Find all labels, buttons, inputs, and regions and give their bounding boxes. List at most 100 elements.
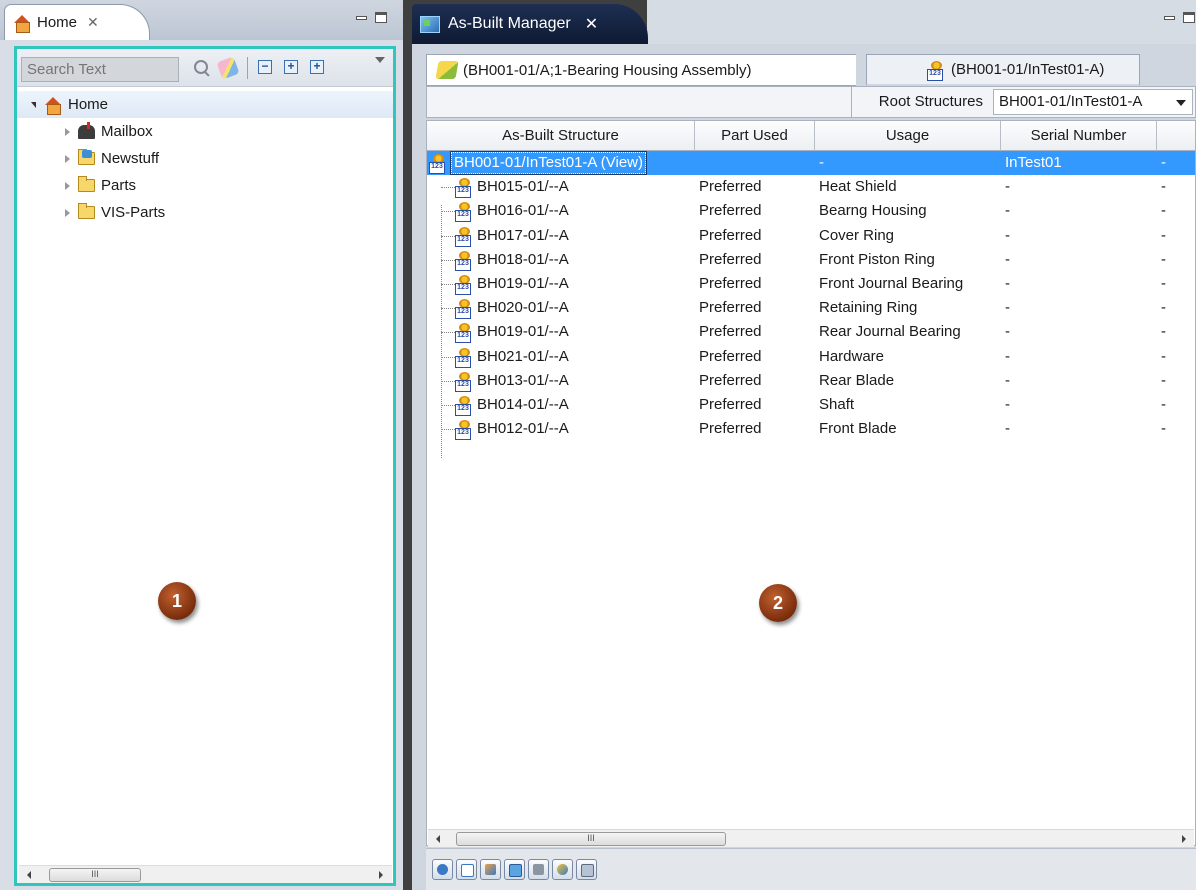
tab-intest01[interactable]: (BH001-01/InTest01-A) bbox=[866, 54, 1140, 86]
root-structures-label: Root Structures bbox=[851, 87, 989, 117]
expand-triangle-icon[interactable] bbox=[65, 181, 70, 190]
refresh-icon[interactable] bbox=[504, 859, 525, 880]
scroll-left-icon[interactable] bbox=[436, 835, 440, 843]
mailbox-icon bbox=[78, 121, 95, 139]
horizontal-scrollbar[interactable]: III bbox=[19, 865, 392, 883]
expand-triangle-icon[interactable] bbox=[65, 154, 70, 163]
structure-cell: BH020-01/--A bbox=[455, 296, 695, 320]
as-built-manager-tab[interactable]: As-Built Manager ✕ bbox=[412, 4, 648, 44]
search-tool-icon[interactable] bbox=[576, 859, 597, 880]
table-row[interactable]: BH020-01/--A Preferred Retaining Ring - … bbox=[427, 296, 1195, 320]
minimize-icon[interactable] bbox=[356, 15, 367, 20]
structure-name: BH014-01/--A bbox=[477, 395, 569, 413]
tree-item-home[interactable]: Home bbox=[17, 91, 393, 118]
expand-icon[interactable]: + bbox=[310, 60, 324, 74]
column-header-part-used[interactable]: Part Used bbox=[695, 121, 815, 151]
home-tab[interactable]: Home ✕ bbox=[4, 4, 150, 40]
table-row[interactable]: BH014-01/--A Preferred Shaft - - bbox=[427, 393, 1195, 417]
home-view: Home ✕ − + + Home bbox=[0, 0, 403, 890]
collapse-all-icon[interactable]: − bbox=[258, 60, 272, 74]
serial-number-cell: - bbox=[1005, 323, 1010, 341]
close-icon[interactable]: ✕ bbox=[87, 14, 99, 31]
table-row[interactable]: BH015-01/--A Preferred Heat Shield - - bbox=[427, 175, 1195, 199]
pane-divider[interactable] bbox=[403, 0, 412, 890]
table-row[interactable]: BH019-01/--A Preferred Rear Journal Bear… bbox=[427, 320, 1195, 344]
table-body: BH001-01/InTest01-A (View) - InTest01 - … bbox=[427, 151, 1195, 458]
serial-number-cell: - bbox=[1005, 178, 1010, 196]
scroll-right-icon[interactable] bbox=[379, 871, 383, 879]
column-header-usage[interactable]: Usage bbox=[815, 121, 1001, 151]
tabbar-strip bbox=[647, 0, 1196, 44]
scroll-left-icon[interactable] bbox=[27, 871, 31, 879]
serial-number-cell: - bbox=[1005, 420, 1010, 438]
usage-cell: - bbox=[819, 154, 824, 171]
expand-triangle-icon[interactable] bbox=[65, 127, 70, 136]
as-built-editor: (BH001-01/A;1-Bearing Housing Assembly) … bbox=[424, 44, 1196, 890]
part-tool-icon[interactable] bbox=[552, 859, 573, 880]
minimize-icon[interactable] bbox=[1164, 15, 1175, 20]
tree-item-vis-parts[interactable]: VIS-Parts bbox=[17, 199, 393, 226]
serial-part-icon bbox=[927, 60, 945, 81]
table-row[interactable]: BH021-01/--A Preferred Hardware - - bbox=[427, 345, 1195, 369]
usage-cell: Bearng Housing bbox=[819, 202, 927, 220]
as-built-tabbar: As-Built Manager ✕ bbox=[412, 0, 1196, 44]
serial-part-icon bbox=[455, 226, 473, 247]
column-header-serial-number[interactable]: Serial Number bbox=[1001, 121, 1157, 151]
tree-item-label: Mailbox bbox=[101, 123, 153, 140]
view-menu-icon[interactable] bbox=[375, 57, 385, 63]
clear-search-icon[interactable] bbox=[216, 56, 240, 80]
scroll-thumb[interactable]: III bbox=[49, 868, 141, 882]
table-row[interactable]: BH018-01/--A Preferred Front Piston Ring… bbox=[427, 248, 1195, 272]
disabled-tool-icon[interactable] bbox=[528, 859, 549, 880]
chevron-down-icon[interactable] bbox=[1176, 100, 1186, 106]
search-input[interactable] bbox=[21, 57, 179, 82]
scroll-thumb[interactable]: III bbox=[456, 832, 726, 846]
close-icon[interactable]: ✕ bbox=[585, 14, 598, 34]
tree-item-label: Parts bbox=[101, 177, 137, 194]
extra-cell: - bbox=[1161, 178, 1166, 196]
expand-all-icon[interactable]: + bbox=[284, 60, 298, 74]
tree-item-parts[interactable]: Parts bbox=[17, 172, 393, 199]
horizontal-scrollbar[interactable]: III bbox=[428, 829, 1194, 847]
usage-cell: Rear Journal Bearing bbox=[819, 323, 961, 341]
tree-item-mailbox[interactable]: Mailbox bbox=[17, 118, 393, 145]
serial-part-icon bbox=[429, 154, 447, 174]
root-structures-select[interactable]: BH001-01/InTest01-A bbox=[993, 89, 1193, 115]
table-row[interactable]: BH013-01/--A Preferred Rear Blade - - bbox=[427, 369, 1195, 393]
tree-connector bbox=[441, 404, 455, 406]
new-document-icon[interactable] bbox=[456, 859, 477, 880]
root-structures-value: BH001-01/InTest01-A bbox=[999, 93, 1143, 110]
serial-number-cell: - bbox=[1005, 250, 1010, 268]
table-row-root[interactable]: BH001-01/InTest01-A (View) - InTest01 - bbox=[427, 151, 1195, 176]
tab-bearing-housing-assembly[interactable]: (BH001-01/A;1-Bearing Housing Assembly) bbox=[426, 54, 856, 86]
table-row[interactable]: BH016-01/--A Preferred Bearng Housing - … bbox=[427, 199, 1195, 223]
part-used-cell: Preferred bbox=[699, 323, 762, 341]
serial-part-icon bbox=[455, 299, 473, 320]
extra-cell: - bbox=[1161, 420, 1166, 438]
tree-item-label: Newstuff bbox=[101, 150, 160, 167]
tree-item-newstuff[interactable]: Newstuff bbox=[17, 145, 393, 172]
scroll-right-icon[interactable] bbox=[1182, 835, 1186, 843]
collapse-triangle-icon[interactable] bbox=[31, 101, 36, 108]
serial-number-cell: InTest01 bbox=[1005, 154, 1062, 171]
expand-triangle-icon[interactable] bbox=[65, 208, 70, 217]
part-used-cell: Preferred bbox=[699, 274, 762, 292]
maximize-icon[interactable] bbox=[375, 12, 387, 23]
maximize-icon[interactable] bbox=[1183, 12, 1195, 23]
table-row[interactable]: BH019-01/--A Preferred Front Journal Bea… bbox=[427, 272, 1195, 296]
search-icon[interactable] bbox=[193, 59, 211, 77]
structure-icon[interactable] bbox=[480, 859, 501, 880]
usage-cell: Shaft bbox=[819, 395, 855, 413]
toolbar-separator bbox=[247, 57, 248, 79]
navigate-icon[interactable] bbox=[432, 859, 453, 880]
column-header-extra[interactable] bbox=[1157, 121, 1195, 151]
as-built-view-controls bbox=[1164, 12, 1195, 23]
extra-cell: - bbox=[1161, 347, 1166, 365]
newstuff-folder-icon bbox=[78, 149, 95, 165]
as-built-manager-icon bbox=[420, 15, 440, 33]
column-header-as-built-structure[interactable]: As-Built Structure bbox=[427, 121, 695, 151]
table-row[interactable]: BH017-01/--A Preferred Cover Ring - - bbox=[427, 224, 1195, 248]
extra-cell: - bbox=[1161, 274, 1166, 292]
root-structures-bar: Root Structures BH001-01/InTest01-A bbox=[426, 86, 1196, 118]
table-row[interactable]: BH012-01/--A Preferred Front Blade - - bbox=[427, 417, 1195, 441]
